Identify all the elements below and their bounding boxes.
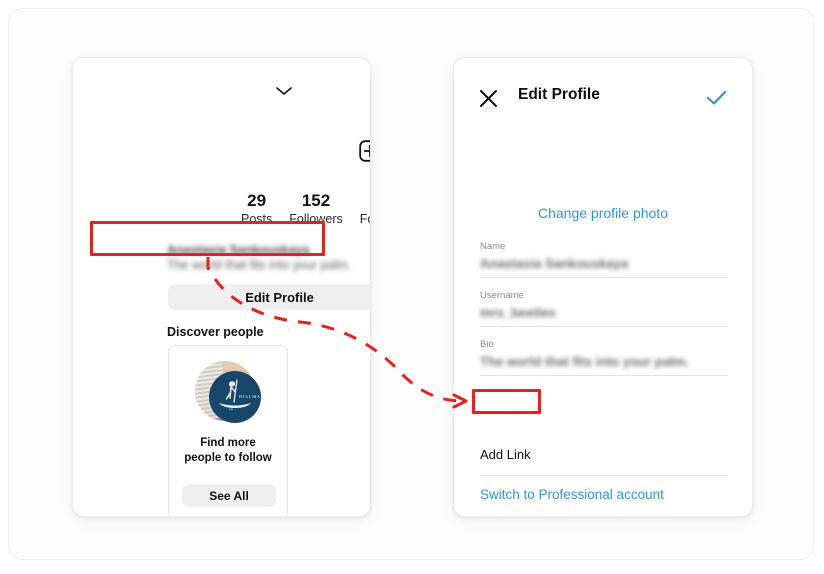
checkmark-icon[interactable]	[706, 90, 727, 106]
row-divider	[480, 516, 728, 517]
switch-to-professional-account-row[interactable]: Switch to Professional account	[480, 487, 728, 502]
username-field-value: mrs_beetles	[480, 305, 556, 320]
field-underline	[480, 277, 728, 278]
edit-profile-screen: Edit Profile Change profile photo Name A…	[453, 57, 753, 517]
stat-posts-value: 29	[247, 191, 267, 210]
instagram-profile-screen: 1 29 Posts 152 Followers 174 Following A…	[72, 57, 371, 517]
discover-people-card[interactable]: BIALMA sup Find more people to follow Se…	[168, 345, 288, 516]
close-x-icon[interactable]	[479, 89, 498, 108]
discover-card-caption-line2: people to follow	[184, 452, 272, 464]
annotation-highlight-edit-profile	[90, 221, 325, 256]
discover-card-see-all-button[interactable]: See All	[182, 484, 276, 507]
discover-people-section-header: Discover people See All	[167, 325, 370, 339]
name-field-label: Name	[480, 241, 506, 252]
change-profile-photo-link[interactable]: Change profile photo	[454, 205, 752, 221]
discover-people-title: Discover people	[167, 325, 264, 339]
username-field-label: Username	[480, 290, 524, 301]
stat-following-value: 174	[360, 191, 370, 211]
stat-followers-value: 152	[301, 191, 331, 210]
row-divider	[480, 475, 728, 476]
edit-profile-header: Edit Profile	[454, 78, 752, 120]
page-title: Edit Profile	[518, 86, 600, 103]
name-field[interactable]: Name Anastasia Sankouskaya	[480, 240, 728, 278]
discover-card-caption: Find more people to follow	[169, 436, 287, 466]
bio-field-value: The world that fits into your palm.	[480, 354, 689, 369]
profile-bio: The world that fits into your palm.	[167, 258, 352, 272]
edit-profile-button[interactable]: Edit Profile	[168, 284, 370, 310]
plus-square-icon[interactable]	[359, 140, 371, 162]
bio-field[interactable]: Bio The world that fits into your palm.	[480, 338, 728, 376]
discover-card-caption-line1: Find more	[200, 437, 256, 449]
name-field-value: Anastasia Sankouskaya	[480, 256, 629, 271]
username-field[interactable]: Username mrs_beetles	[480, 289, 728, 327]
annotation-highlight-add-link	[472, 389, 541, 414]
stat-following-label: Following	[359, 212, 370, 226]
chevron-down-icon[interactable]	[273, 84, 295, 98]
svg-text:sup: sup	[229, 407, 234, 411]
avatar-logo-circle: BIALMA sup	[209, 371, 261, 423]
add-link-row[interactable]: Add Link	[480, 447, 728, 462]
screenshot-root: 1 29 Posts 152 Followers 174 Following A…	[0, 0, 824, 574]
paddleboarder-logo-avatar: BIALMA sup	[195, 361, 261, 427]
field-underline	[480, 375, 728, 376]
svg-text:BIALMA: BIALMA	[239, 394, 261, 399]
profile-header	[73, 58, 370, 116]
field-underline	[480, 326, 728, 327]
stat-following[interactable]: 174 Following	[359, 191, 370, 228]
bio-field-label: Bio	[480, 339, 494, 350]
